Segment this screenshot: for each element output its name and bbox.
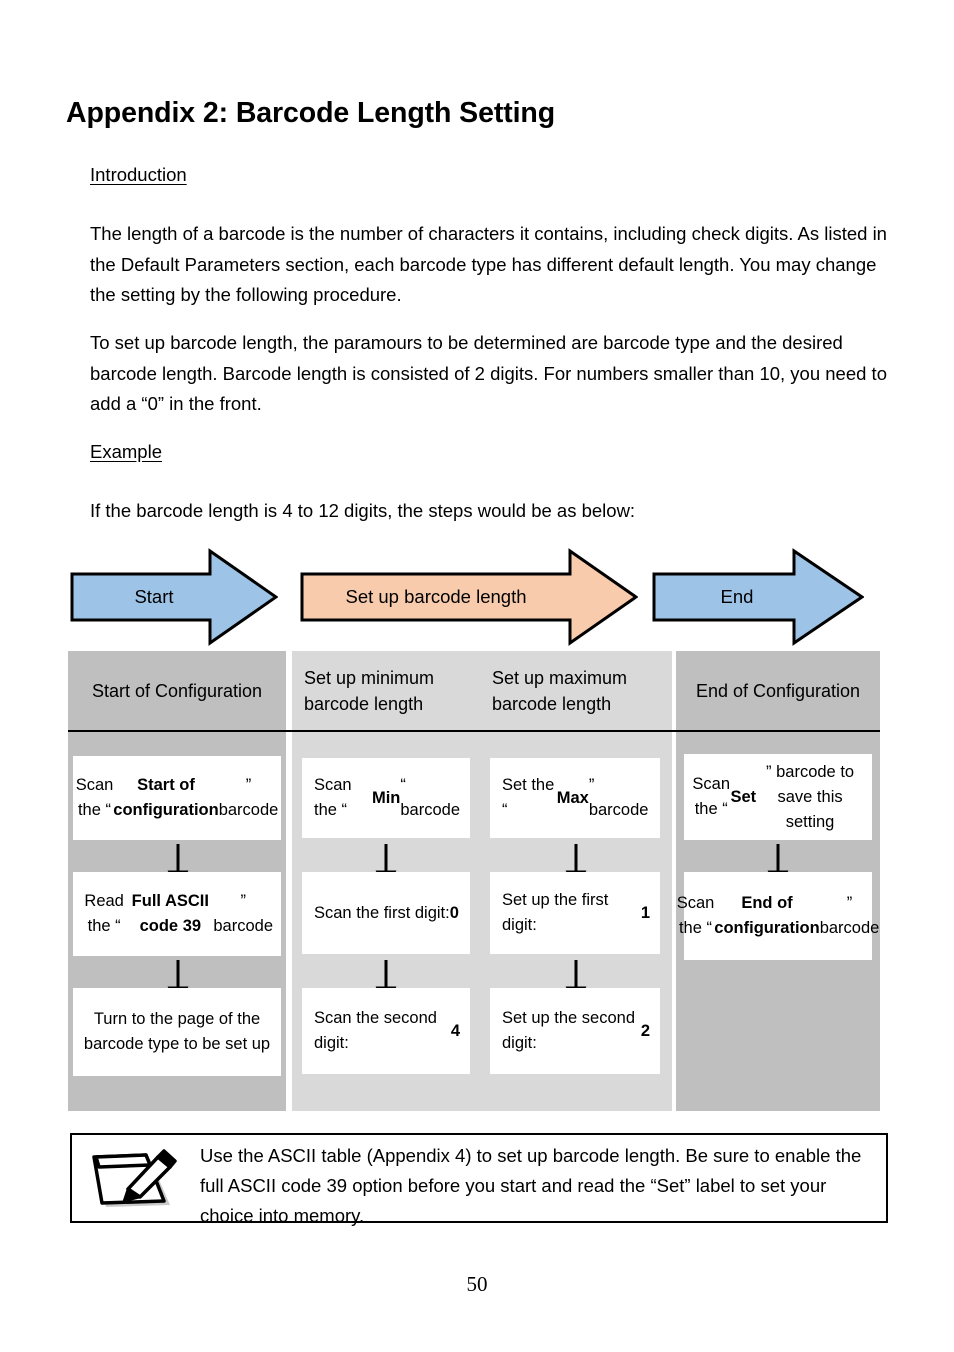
document-page: Appendix 2: Barcode Length Setting Intro… [0,0,954,1352]
process-flow-arrows: Start Set up barcode length End [0,548,954,646]
configuration-steps-table: Start of Configuration Scan the “Start o… [68,651,880,1111]
introduction-paragraph-2: To set up barcode length, the paramours … [90,332,887,414]
introduction-paragraph-1: The length of a barcode is the number of… [90,223,887,305]
column-cells: Scan the “Set” barcode to save this sett… [676,732,880,1111]
table-cell: Set up the second digit: 2 [490,988,660,1074]
table-cell: Set the “Max” barcode [490,758,660,838]
table-cell: Scan the “Set” barcode to save this sett… [684,754,872,840]
flow-arrow-start: Start [70,548,278,646]
table-column-setup-maximum-length: Set up maximum barcode length Set the “M… [480,651,672,1111]
section-heading-introduction: Introduction [90,164,187,185]
example-intro-line: If the barcode length is 4 to 12 digits,… [90,500,636,521]
table-column-start-of-configuration: Start of Configuration Scan the “Start o… [68,651,286,1111]
table-cell: Scan the “End of configuration” barcode [677,872,879,960]
column-header: Set up minimum barcode length [304,667,435,714]
column-cells: Scan the “Min “ barcode Scan the first di… [292,732,480,1111]
table-cell: Scan the “Min “ barcode [302,758,470,838]
table-column-end-of-configuration: End of Configuration Scan the “Set” barc… [676,651,880,1111]
table-cell: Read the “Full ASCII code 39” barcode [73,872,281,956]
note-callout-box: Use the ASCII table (Appendix 4) to set … [70,1133,888,1226]
column-cells: Set the “Max” barcode Set up the first d… [480,732,672,1111]
table-cell: Scan the first digit: 0 [302,872,470,954]
table-cell: Set up the first digit: 1 [490,872,660,954]
page-title: Appendix 2: Barcode Length Setting [66,97,556,129]
column-header: Start of Configuration [91,680,263,701]
table-column-setup-minimum-length: Set up minimum barcode length Scan the “… [292,651,480,1111]
page-number: 50 [466,1272,488,1296]
column-cells: Scan the “Start of configuration” barcod… [68,732,286,1111]
notepad-pencil-icon [84,1145,180,1213]
column-header: End of Configuration [695,680,861,701]
note-text: Use the ASCII table (Appendix 4) to set … [200,1145,862,1226]
table-header-divider [68,730,880,732]
flow-arrow-end: End [652,548,864,646]
table-cell: Turn to the page of the barcode type to … [73,988,281,1076]
section-heading-example: Example [90,441,162,462]
table-cell: Scan the “Start of configuration” barcod… [73,756,281,840]
flow-arrow-setup: Set up barcode length [300,548,638,646]
table-cell: Scan the second digit: 4 [302,988,470,1074]
column-header: Set up maximum barcode length [492,667,628,714]
